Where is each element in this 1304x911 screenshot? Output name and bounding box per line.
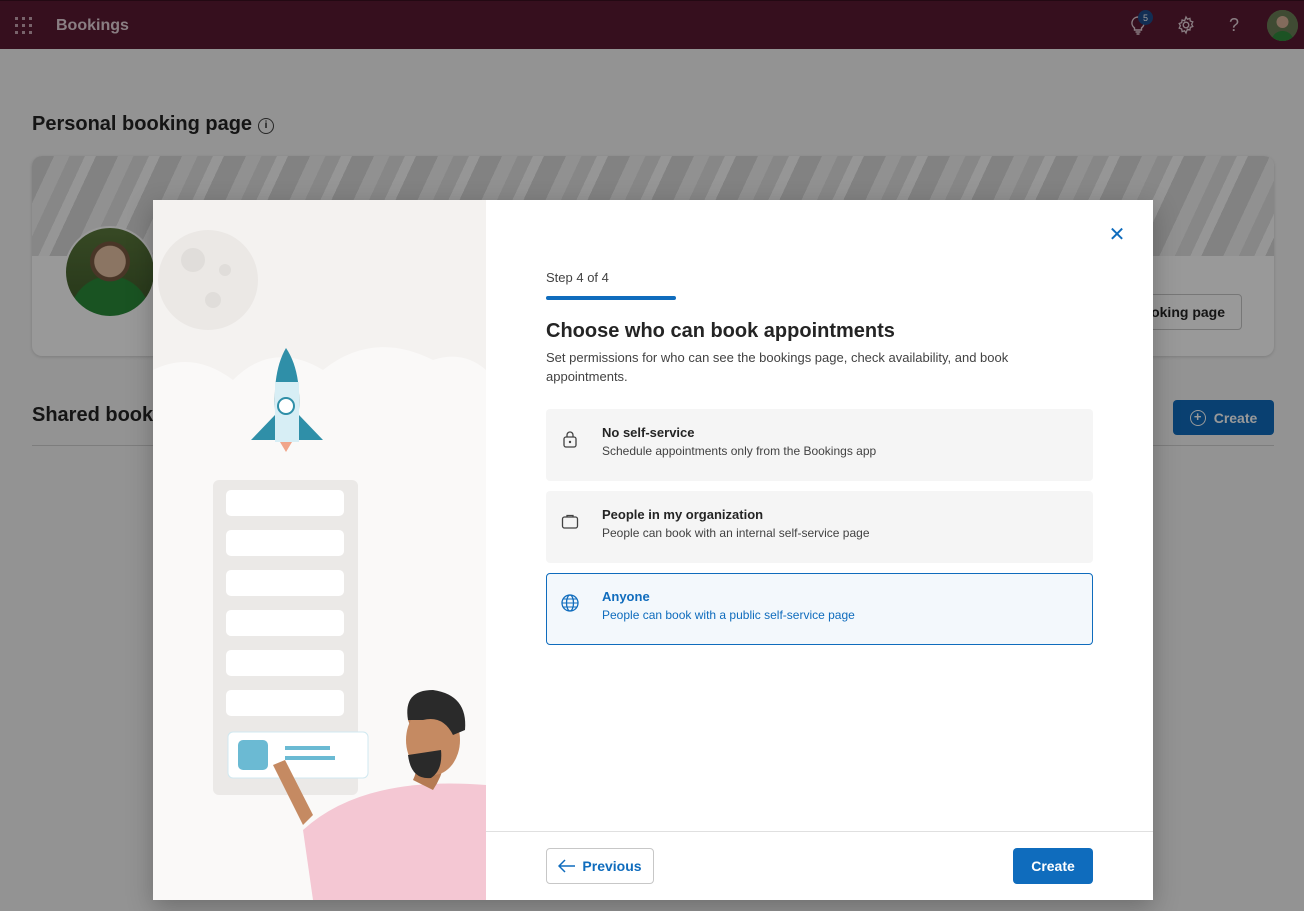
arrow-left-icon [558, 859, 576, 873]
option-title: No self-service [602, 425, 695, 440]
option-subtitle: People can book with a public self-servi… [602, 608, 855, 622]
option-title: People in my organization [602, 507, 764, 522]
option-title: Anyone [602, 589, 650, 604]
option-no-self-service[interactable]: No self-service Schedule appointments on… [546, 409, 1093, 481]
option-subtitle: People can book with an internal self-se… [602, 526, 870, 540]
globe-icon [560, 593, 580, 613]
option-anyone[interactable]: Anyone People can book with a public sel… [546, 573, 1093, 645]
option-subtitle: Schedule appointments only from the Book… [602, 444, 877, 458]
dialog-description: Set permissions for who can see the book… [546, 350, 1009, 384]
close-icon[interactable]: ✕ [1108, 225, 1126, 245]
create-button[interactable]: Create [1013, 848, 1093, 884]
briefcase-icon [560, 511, 580, 531]
lock-icon [560, 429, 580, 449]
step-indicator: Step 4 of 4 [546, 270, 609, 285]
dialog-heading: Choose who can book appointments [546, 320, 895, 342]
option-my-organization[interactable]: People in my organization People can boo… [546, 491, 1093, 563]
dialog-panel: ✕ Step 4 of 4 Choose who can book appoin… [153, 200, 1153, 900]
previous-button[interactable]: Previous [546, 848, 654, 884]
step-progress-bar [546, 296, 676, 300]
footer-divider [486, 831, 1153, 832]
